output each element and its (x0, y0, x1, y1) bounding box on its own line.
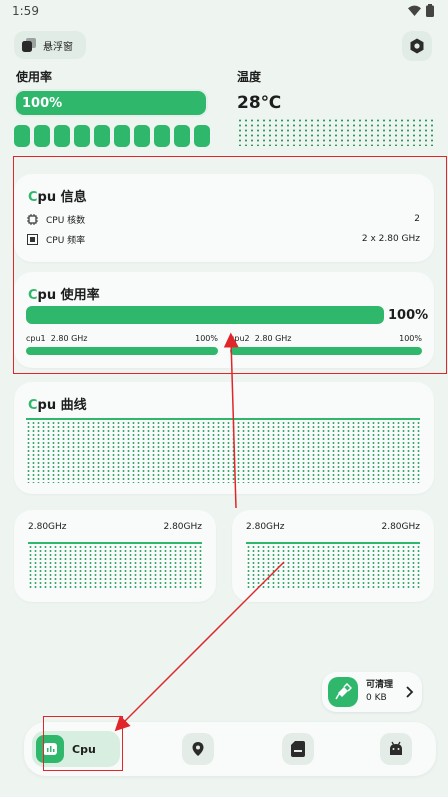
annotation-arrows (114, 332, 285, 732)
annotation-arrow (223, 332, 239, 509)
annotation-arrow (114, 561, 285, 732)
